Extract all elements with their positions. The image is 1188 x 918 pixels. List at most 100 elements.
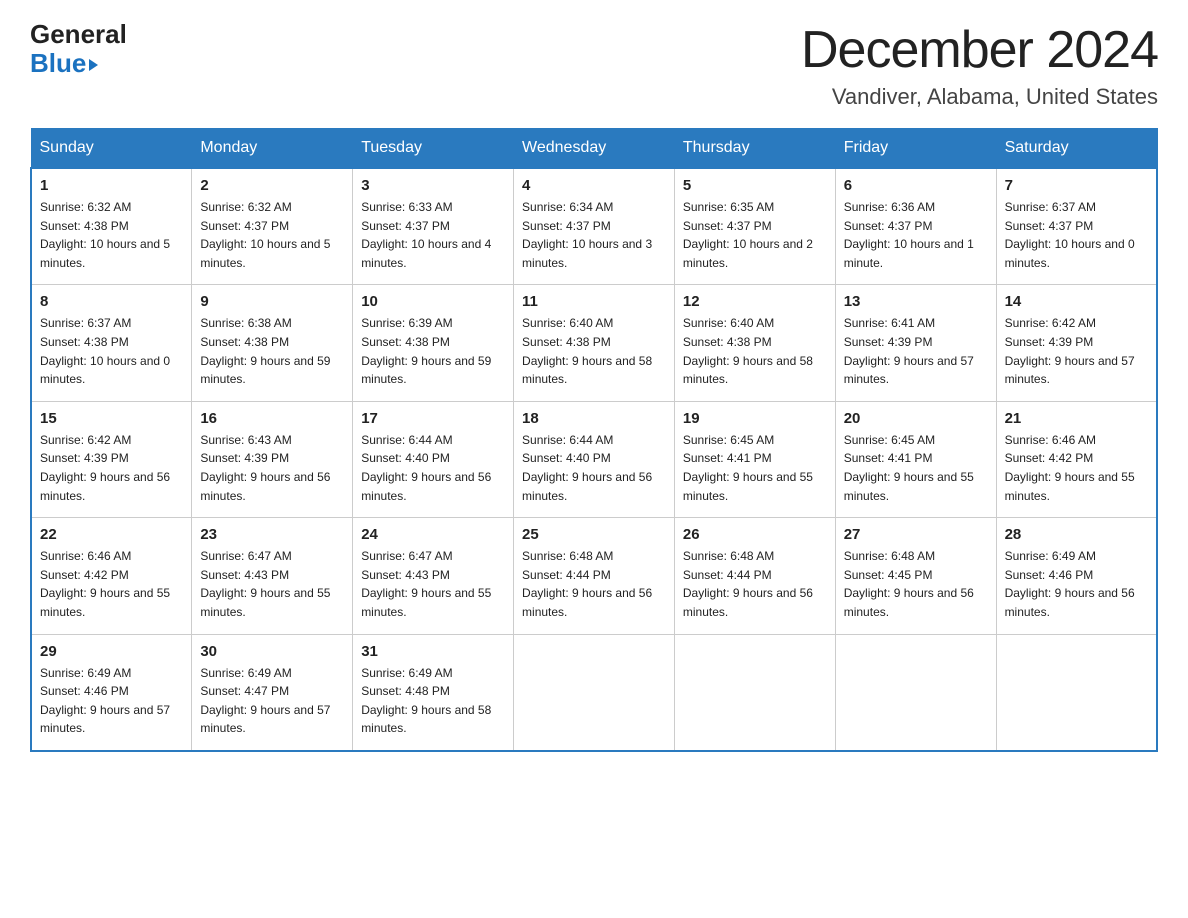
day-info: Sunrise: 6:37 AM Sunset: 4:38 PM Dayligh… [40, 314, 183, 388]
day-number: 11 [522, 293, 666, 310]
header-tuesday: Tuesday [353, 129, 514, 169]
calendar-table: Sunday Monday Tuesday Wednesday Thursday… [30, 128, 1158, 752]
day-number: 10 [361, 293, 505, 310]
day-number: 27 [844, 526, 988, 543]
day-info: Sunrise: 6:33 AM Sunset: 4:37 PM Dayligh… [361, 198, 505, 272]
day-number: 6 [844, 177, 988, 194]
location-label: Vandiver, Alabama, United States [801, 84, 1158, 110]
day-number: 13 [844, 293, 988, 310]
calendar-cell: 26 Sunrise: 6:48 AM Sunset: 4:44 PM Dayl… [674, 518, 835, 634]
calendar-cell: 29 Sunrise: 6:49 AM Sunset: 4:46 PM Dayl… [31, 634, 192, 751]
day-number: 14 [1005, 293, 1148, 310]
header-friday: Friday [835, 129, 996, 169]
day-number: 4 [522, 177, 666, 194]
day-number: 28 [1005, 526, 1148, 543]
day-number: 8 [40, 293, 183, 310]
title-block: December 2024 Vandiver, Alabama, United … [801, 20, 1158, 110]
day-info: Sunrise: 6:39 AM Sunset: 4:38 PM Dayligh… [361, 314, 505, 388]
calendar-cell: 6 Sunrise: 6:36 AM Sunset: 4:37 PM Dayli… [835, 168, 996, 285]
calendar-cell: 21 Sunrise: 6:46 AM Sunset: 4:42 PM Dayl… [996, 401, 1157, 517]
day-info: Sunrise: 6:49 AM Sunset: 4:46 PM Dayligh… [1005, 547, 1148, 621]
week-row-4: 22 Sunrise: 6:46 AM Sunset: 4:42 PM Dayl… [31, 518, 1157, 634]
day-number: 7 [1005, 177, 1148, 194]
calendar-cell: 1 Sunrise: 6:32 AM Sunset: 4:38 PM Dayli… [31, 168, 192, 285]
header-saturday: Saturday [996, 129, 1157, 169]
calendar-cell: 13 Sunrise: 6:41 AM Sunset: 4:39 PM Dayl… [835, 285, 996, 401]
calendar-cell [514, 634, 675, 751]
calendar-cell: 14 Sunrise: 6:42 AM Sunset: 4:39 PM Dayl… [996, 285, 1157, 401]
day-info: Sunrise: 6:45 AM Sunset: 4:41 PM Dayligh… [844, 431, 988, 505]
calendar-cell: 27 Sunrise: 6:48 AM Sunset: 4:45 PM Dayl… [835, 518, 996, 634]
day-number: 24 [361, 526, 505, 543]
day-number: 20 [844, 410, 988, 427]
calendar-cell: 25 Sunrise: 6:48 AM Sunset: 4:44 PM Dayl… [514, 518, 675, 634]
logo: General Blue [30, 20, 127, 77]
day-number: 18 [522, 410, 666, 427]
calendar-cell: 23 Sunrise: 6:47 AM Sunset: 4:43 PM Dayl… [192, 518, 353, 634]
day-number: 15 [40, 410, 183, 427]
calendar-cell [996, 634, 1157, 751]
header-monday: Monday [192, 129, 353, 169]
day-info: Sunrise: 6:42 AM Sunset: 4:39 PM Dayligh… [40, 431, 183, 505]
calendar-cell: 19 Sunrise: 6:45 AM Sunset: 4:41 PM Dayl… [674, 401, 835, 517]
day-info: Sunrise: 6:32 AM Sunset: 4:38 PM Dayligh… [40, 198, 183, 272]
days-header-row: Sunday Monday Tuesday Wednesday Thursday… [31, 129, 1157, 169]
week-row-3: 15 Sunrise: 6:42 AM Sunset: 4:39 PM Dayl… [31, 401, 1157, 517]
day-info: Sunrise: 6:38 AM Sunset: 4:38 PM Dayligh… [200, 314, 344, 388]
day-number: 1 [40, 177, 183, 194]
calendar-cell: 20 Sunrise: 6:45 AM Sunset: 4:41 PM Dayl… [835, 401, 996, 517]
calendar-cell: 17 Sunrise: 6:44 AM Sunset: 4:40 PM Dayl… [353, 401, 514, 517]
day-number: 22 [40, 526, 183, 543]
day-number: 29 [40, 643, 183, 660]
header-thursday: Thursday [674, 129, 835, 169]
logo-general: General [30, 20, 127, 49]
calendar-cell: 7 Sunrise: 6:37 AM Sunset: 4:37 PM Dayli… [996, 168, 1157, 285]
week-row-5: 29 Sunrise: 6:49 AM Sunset: 4:46 PM Dayl… [31, 634, 1157, 751]
day-info: Sunrise: 6:49 AM Sunset: 4:46 PM Dayligh… [40, 664, 183, 738]
day-number: 5 [683, 177, 827, 194]
calendar-cell: 2 Sunrise: 6:32 AM Sunset: 4:37 PM Dayli… [192, 168, 353, 285]
day-number: 19 [683, 410, 827, 427]
calendar-cell: 16 Sunrise: 6:43 AM Sunset: 4:39 PM Dayl… [192, 401, 353, 517]
day-info: Sunrise: 6:48 AM Sunset: 4:44 PM Dayligh… [683, 547, 827, 621]
day-number: 16 [200, 410, 344, 427]
day-info: Sunrise: 6:47 AM Sunset: 4:43 PM Dayligh… [361, 547, 505, 621]
day-info: Sunrise: 6:34 AM Sunset: 4:37 PM Dayligh… [522, 198, 666, 272]
week-row-2: 8 Sunrise: 6:37 AM Sunset: 4:38 PM Dayli… [31, 285, 1157, 401]
calendar-cell: 8 Sunrise: 6:37 AM Sunset: 4:38 PM Dayli… [31, 285, 192, 401]
calendar-cell: 30 Sunrise: 6:49 AM Sunset: 4:47 PM Dayl… [192, 634, 353, 751]
day-number: 31 [361, 643, 505, 660]
week-row-1: 1 Sunrise: 6:32 AM Sunset: 4:38 PM Dayli… [31, 168, 1157, 285]
day-info: Sunrise: 6:41 AM Sunset: 4:39 PM Dayligh… [844, 314, 988, 388]
page-header: General Blue December 2024 Vandiver, Ala… [30, 20, 1158, 110]
day-number: 3 [361, 177, 505, 194]
calendar-cell [674, 634, 835, 751]
logo-blue: Blue [30, 49, 86, 78]
day-number: 23 [200, 526, 344, 543]
header-wednesday: Wednesday [514, 129, 675, 169]
calendar-cell: 18 Sunrise: 6:44 AM Sunset: 4:40 PM Dayl… [514, 401, 675, 517]
day-info: Sunrise: 6:48 AM Sunset: 4:44 PM Dayligh… [522, 547, 666, 621]
day-info: Sunrise: 6:44 AM Sunset: 4:40 PM Dayligh… [522, 431, 666, 505]
day-number: 12 [683, 293, 827, 310]
day-number: 26 [683, 526, 827, 543]
calendar-cell: 5 Sunrise: 6:35 AM Sunset: 4:37 PM Dayli… [674, 168, 835, 285]
day-info: Sunrise: 6:48 AM Sunset: 4:45 PM Dayligh… [844, 547, 988, 621]
day-info: Sunrise: 6:44 AM Sunset: 4:40 PM Dayligh… [361, 431, 505, 505]
calendar-cell: 9 Sunrise: 6:38 AM Sunset: 4:38 PM Dayli… [192, 285, 353, 401]
day-info: Sunrise: 6:47 AM Sunset: 4:43 PM Dayligh… [200, 547, 344, 621]
calendar-cell: 22 Sunrise: 6:46 AM Sunset: 4:42 PM Dayl… [31, 518, 192, 634]
day-number: 25 [522, 526, 666, 543]
day-info: Sunrise: 6:40 AM Sunset: 4:38 PM Dayligh… [522, 314, 666, 388]
day-info: Sunrise: 6:46 AM Sunset: 4:42 PM Dayligh… [40, 547, 183, 621]
calendar-cell: 11 Sunrise: 6:40 AM Sunset: 4:38 PM Dayl… [514, 285, 675, 401]
calendar-cell: 15 Sunrise: 6:42 AM Sunset: 4:39 PM Dayl… [31, 401, 192, 517]
day-info: Sunrise: 6:46 AM Sunset: 4:42 PM Dayligh… [1005, 431, 1148, 505]
day-info: Sunrise: 6:45 AM Sunset: 4:41 PM Dayligh… [683, 431, 827, 505]
day-info: Sunrise: 6:40 AM Sunset: 4:38 PM Dayligh… [683, 314, 827, 388]
day-info: Sunrise: 6:49 AM Sunset: 4:48 PM Dayligh… [361, 664, 505, 738]
calendar-cell: 31 Sunrise: 6:49 AM Sunset: 4:48 PM Dayl… [353, 634, 514, 751]
month-title: December 2024 [801, 20, 1158, 80]
day-number: 2 [200, 177, 344, 194]
day-info: Sunrise: 6:43 AM Sunset: 4:39 PM Dayligh… [200, 431, 344, 505]
